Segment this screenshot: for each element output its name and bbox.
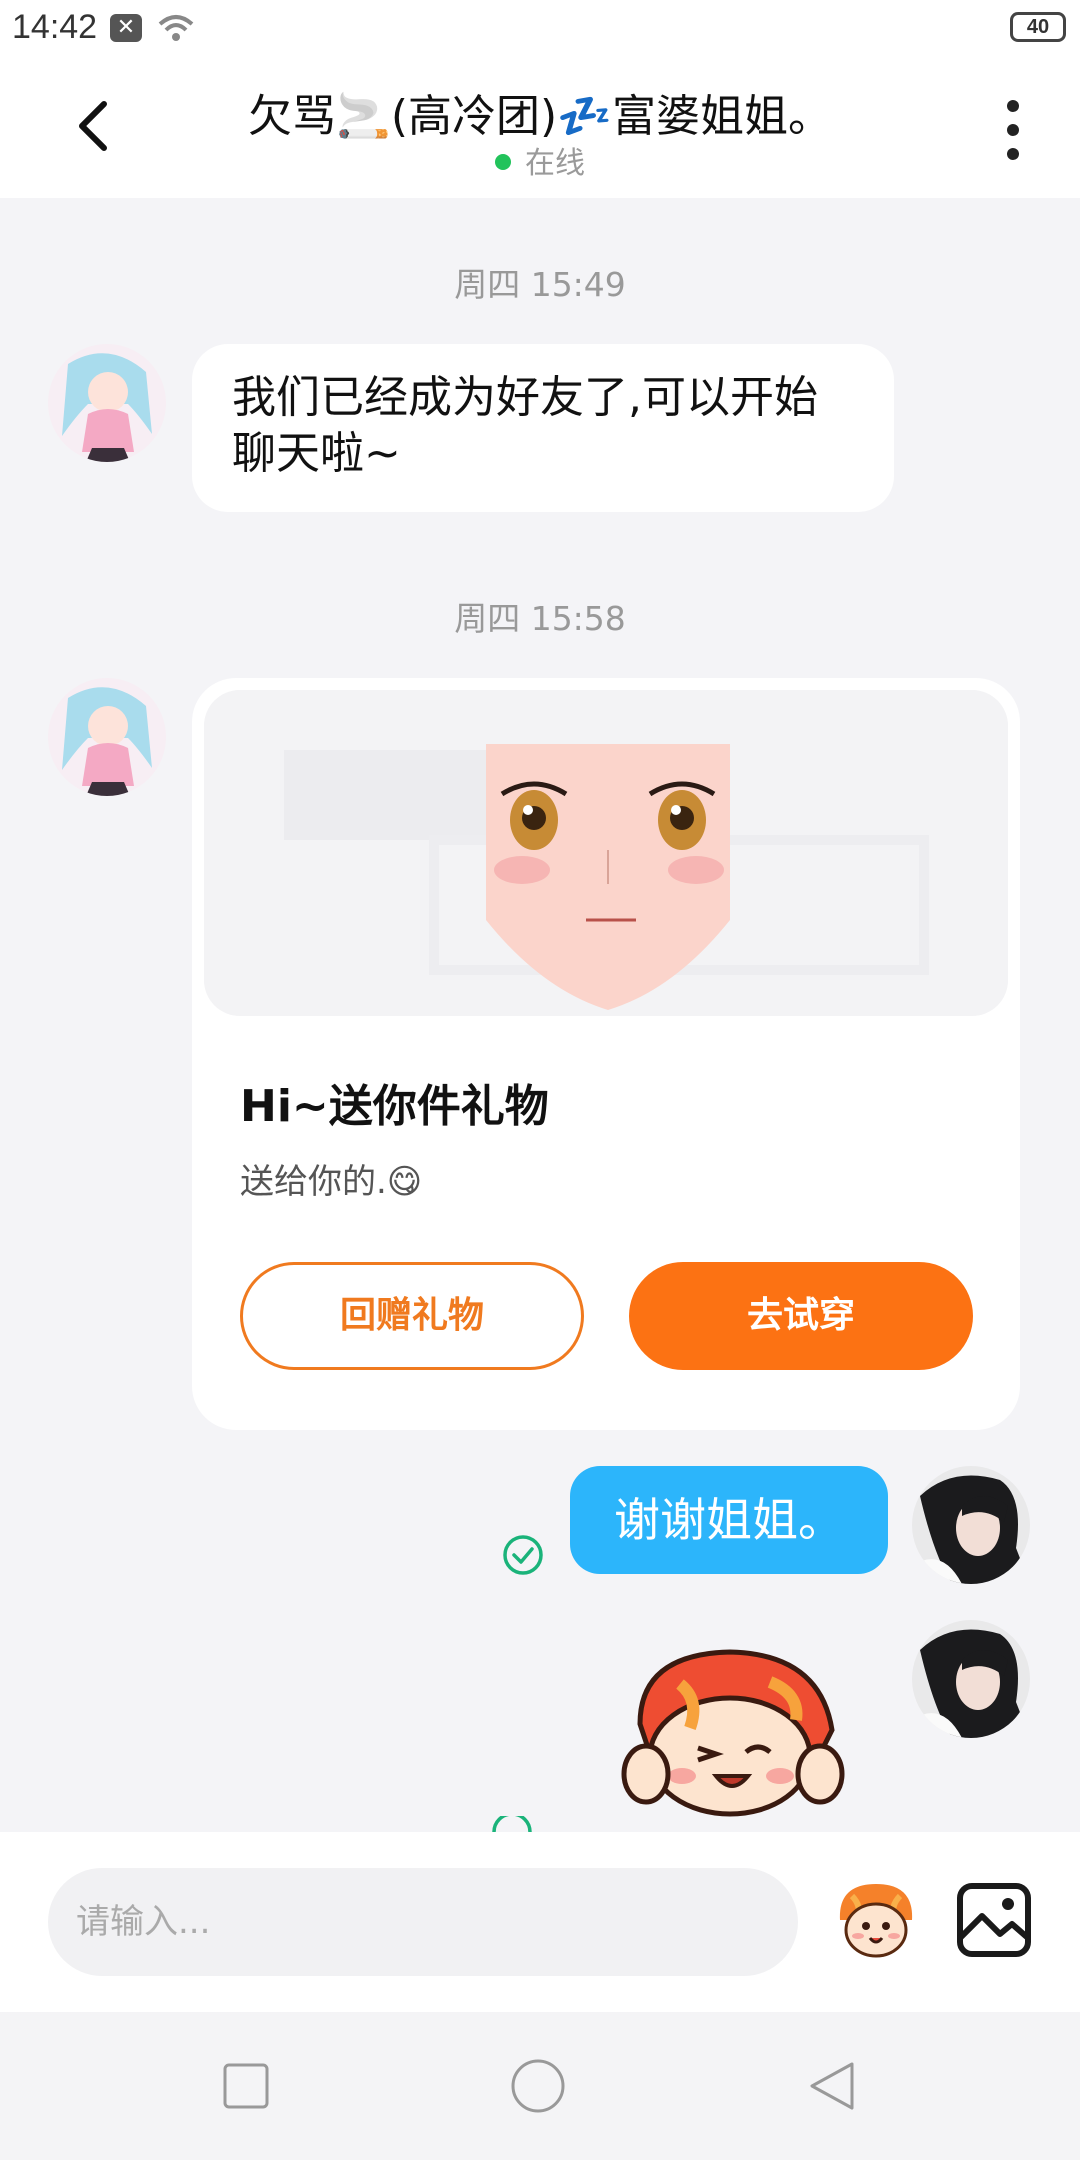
chat-header: 欠骂🚬(高冷团)💤富婆姐姐。 在线 [0, 60, 1080, 198]
friend-avatar[interactable] [48, 344, 166, 462]
input-bar [0, 1832, 1080, 2012]
return-gift-button[interactable]: 回赠礼物 [240, 1262, 584, 1370]
message-input[interactable] [48, 1868, 798, 1976]
wifi-icon [158, 15, 194, 41]
back-triangle-icon[interactable] [806, 2060, 858, 2112]
my-avatar[interactable] [912, 1620, 1030, 1738]
gift-description: 送给你的.😋 [240, 1162, 423, 1202]
more-options-icon[interactable] [998, 98, 1028, 162]
gift-card[interactable]: Hi~送你件礼物 送给你的.😋 回赠礼物 去试穿 [192, 678, 1020, 1430]
online-status: 在线 [0, 138, 1080, 182]
chat-title: 欠骂🚬(高冷团)💤富婆姐姐。 [248, 91, 832, 142]
gift-preview-image[interactable] [204, 690, 1008, 1016]
status-time: 14:42 [12, 8, 98, 46]
emoji-icon[interactable] [832, 1876, 920, 1964]
square-nav-icon[interactable] [222, 2062, 270, 2110]
message-timestamp: 周四 15:58 [454, 599, 626, 638]
system-nav-bar [0, 2012, 1080, 2160]
battery-indicator: 40 [1010, 12, 1066, 42]
incoming-message-bubble[interactable]: 我们已经成为好友了,可以开始聊天啦~ [192, 344, 894, 512]
online-status-label: 在线 [525, 146, 585, 181]
outgoing-message-bubble[interactable]: 谢谢姐姐。 [570, 1466, 888, 1574]
online-dot [495, 153, 511, 170]
message-timestamp: 周四 15:49 [454, 265, 626, 304]
try-on-button[interactable]: 去试穿 [629, 1262, 973, 1370]
my-avatar[interactable] [912, 1466, 1030, 1584]
image-icon[interactable] [954, 1880, 1034, 1960]
notification-icon: ✕ [110, 14, 142, 42]
circle-nav-icon[interactable] [510, 2058, 566, 2114]
status-bar: 14:42 ✕ 40 [0, 0, 1080, 60]
friend-avatar[interactable] [48, 678, 166, 796]
check-icon [503, 1535, 543, 1575]
sticker-message[interactable] [620, 1644, 850, 1832]
gift-title: Hi~送你件礼物 [240, 1081, 549, 1132]
check-icon [492, 1816, 532, 1832]
